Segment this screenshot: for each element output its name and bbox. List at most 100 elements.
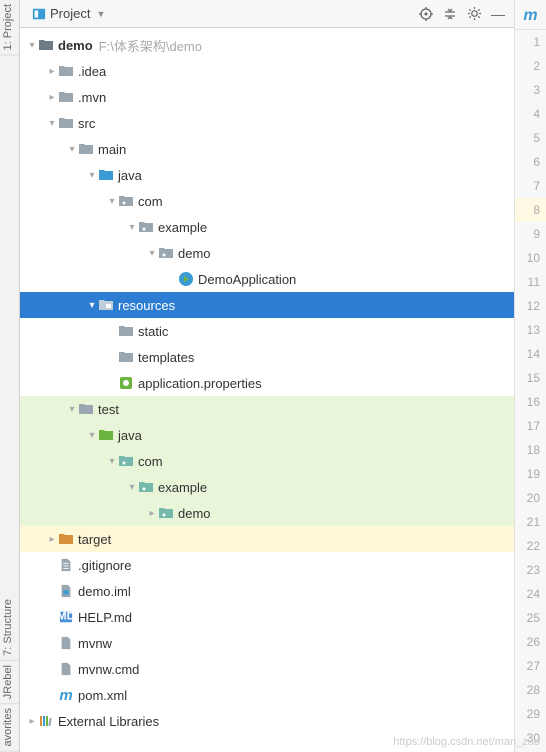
node-static[interactable]: static bbox=[20, 318, 514, 344]
node-com[interactable]: ▾com bbox=[20, 188, 514, 214]
node-mvnw[interactable]: mvnw bbox=[20, 630, 514, 656]
line-number: 26 bbox=[515, 630, 546, 654]
line-number: 17 bbox=[515, 414, 546, 438]
chevron-down-icon: ▾ bbox=[66, 144, 78, 155]
node-java[interactable]: ▾java bbox=[20, 162, 514, 188]
node-src[interactable]: ▾src bbox=[20, 110, 514, 136]
line-number: 1 bbox=[515, 30, 546, 54]
line-number: 11 bbox=[515, 270, 546, 294]
node-app-properties[interactable]: application.properties bbox=[20, 370, 514, 396]
folder-icon bbox=[118, 349, 134, 365]
svg-text:MD: MD bbox=[58, 611, 74, 623]
line-number: 2 bbox=[515, 54, 546, 78]
line-number: 3 bbox=[515, 78, 546, 102]
node-root[interactable]: ▾ demo F:\体系架构\demo bbox=[20, 32, 514, 58]
line-number: 24 bbox=[515, 582, 546, 606]
project-tree: ▾ demo F:\体系架构\demo ▸.idea ▸.mvn ▾src ▾m… bbox=[20, 28, 514, 752]
line-number: 14 bbox=[515, 342, 546, 366]
line-number: 9 bbox=[515, 222, 546, 246]
markdown-icon: MD bbox=[58, 609, 74, 625]
node-pom[interactable]: mpom.xml bbox=[20, 682, 514, 708]
tab-project[interactable]: 1: Project bbox=[0, 0, 19, 55]
line-number: 6 bbox=[515, 150, 546, 174]
line-number: 25 bbox=[515, 606, 546, 630]
node-test-com[interactable]: ▾com bbox=[20, 448, 514, 474]
line-number: 10 bbox=[515, 246, 546, 270]
collapse-all-icon[interactable] bbox=[438, 2, 462, 26]
properties-icon bbox=[118, 375, 134, 391]
node-main[interactable]: ▾main bbox=[20, 136, 514, 162]
source-folder-icon bbox=[98, 167, 114, 183]
chevron-down-icon: ▾ bbox=[86, 170, 98, 181]
line-number: 30 bbox=[515, 726, 546, 750]
locate-icon[interactable] bbox=[414, 2, 438, 26]
node-templates[interactable]: templates bbox=[20, 344, 514, 370]
package-icon bbox=[158, 505, 174, 521]
folder-icon bbox=[78, 401, 94, 417]
file-icon bbox=[58, 661, 74, 677]
chevron-down-icon: ▾ bbox=[26, 40, 38, 51]
node-idea[interactable]: ▸.idea bbox=[20, 58, 514, 84]
node-mvnwcmd[interactable]: mvnw.cmd bbox=[20, 656, 514, 682]
folder-icon bbox=[118, 323, 134, 339]
node-help[interactable]: MDHELP.md bbox=[20, 604, 514, 630]
line-number: 28 bbox=[515, 678, 546, 702]
chevron-right-icon: ▸ bbox=[46, 66, 58, 77]
folder-icon bbox=[58, 115, 74, 131]
line-number: 27 bbox=[515, 654, 546, 678]
chevron-right-icon: ▸ bbox=[46, 92, 58, 103]
root-path: F:\体系架构\demo bbox=[99, 36, 202, 55]
line-number: 16 bbox=[515, 390, 546, 414]
node-test-example[interactable]: ▾example bbox=[20, 474, 514, 500]
settings-icon[interactable] bbox=[462, 2, 486, 26]
node-resources[interactable]: ▾resources bbox=[20, 292, 514, 318]
node-example[interactable]: ▾example bbox=[20, 214, 514, 240]
chevron-down-icon: ▾ bbox=[86, 430, 98, 441]
module-file-icon bbox=[58, 583, 74, 599]
file-icon bbox=[58, 635, 74, 651]
line-number: 8 bbox=[515, 198, 546, 222]
editor-tab-icon[interactable]: m bbox=[515, 2, 546, 30]
line-number: 21 bbox=[515, 510, 546, 534]
chevron-down-icon: ▾ bbox=[126, 222, 138, 233]
folder-icon bbox=[38, 37, 54, 53]
hide-icon[interactable]: — bbox=[486, 2, 510, 26]
line-number: 18 bbox=[515, 438, 546, 462]
panel-header: Project ▼ — bbox=[20, 0, 514, 28]
node-external-libs[interactable]: ▸External Libraries bbox=[20, 708, 514, 734]
node-test[interactable]: ▾test bbox=[20, 396, 514, 422]
line-number: 23 bbox=[515, 558, 546, 582]
line-numbers: 1234567891011121314151617181920212223242… bbox=[515, 30, 546, 750]
project-tab-label: Project bbox=[50, 6, 90, 21]
project-view-selector[interactable]: Project ▼ bbox=[24, 4, 113, 23]
package-icon bbox=[118, 453, 134, 469]
chevron-down-icon: ▾ bbox=[46, 118, 58, 129]
resources-folder-icon bbox=[98, 297, 114, 313]
tab-jrebel[interactable]: JRebel bbox=[0, 661, 19, 704]
package-icon bbox=[138, 219, 154, 235]
tab-structure[interactable]: 7: Structure bbox=[0, 595, 19, 661]
project-panel: Project ▼ — ▾ demo F:\体系架构\demo ▸.idea ▸… bbox=[20, 0, 514, 752]
node-test-demo[interactable]: ▸demo bbox=[20, 500, 514, 526]
package-icon bbox=[118, 193, 134, 209]
chevron-down-icon: ▾ bbox=[66, 404, 78, 415]
node-test-java[interactable]: ▾java bbox=[20, 422, 514, 448]
node-gitignore[interactable]: .gitignore bbox=[20, 552, 514, 578]
node-demo-application[interactable]: DemoApplication bbox=[20, 266, 514, 292]
line-number: 15 bbox=[515, 366, 546, 390]
node-demo-pkg[interactable]: ▾demo bbox=[20, 240, 514, 266]
chevron-down-icon: ▾ bbox=[126, 482, 138, 493]
chevron-right-icon: ▸ bbox=[146, 508, 158, 519]
chevron-down-icon: ▼ bbox=[96, 9, 105, 19]
line-number: 20 bbox=[515, 486, 546, 510]
test-folder-icon bbox=[98, 427, 114, 443]
line-number: 12 bbox=[515, 294, 546, 318]
chevron-down-icon: ▾ bbox=[106, 196, 118, 207]
line-number: 5 bbox=[515, 126, 546, 150]
tab-favorites[interactable]: avorites bbox=[0, 704, 19, 752]
node-target[interactable]: ▸target bbox=[20, 526, 514, 552]
excluded-folder-icon bbox=[58, 531, 74, 547]
node-mvn[interactable]: ▸.mvn bbox=[20, 84, 514, 110]
node-iml[interactable]: demo.iml bbox=[20, 578, 514, 604]
file-icon bbox=[58, 557, 74, 573]
